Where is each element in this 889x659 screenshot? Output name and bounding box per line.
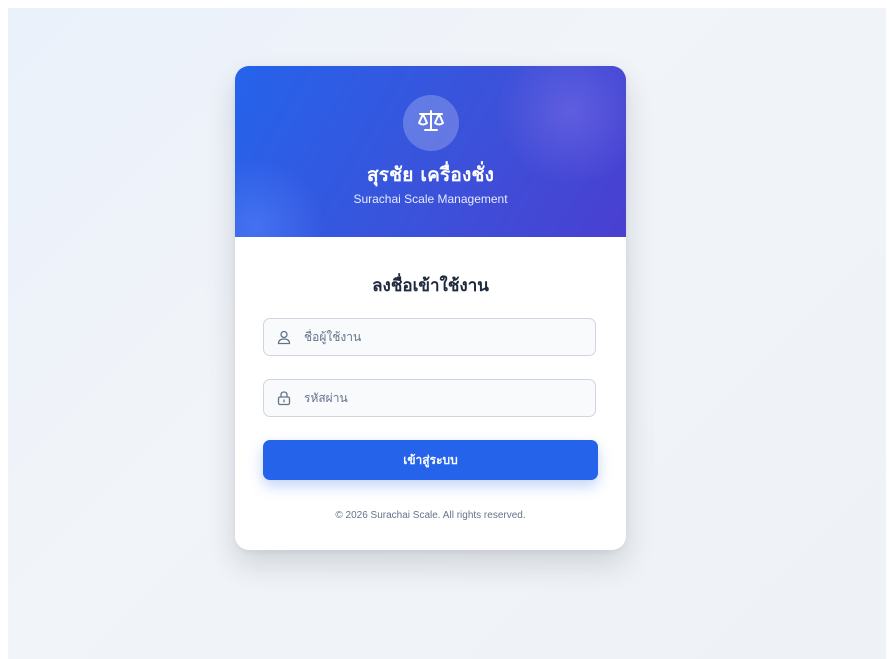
login-card: สุรชัย เครื่องชั่ง Surachai Scale Manage… <box>235 66 626 550</box>
logo-badge <box>403 95 459 151</box>
scale-icon <box>416 108 446 138</box>
username-input[interactable] <box>302 329 586 345</box>
brand-subtitle: Surachai Scale Management <box>353 192 508 206</box>
password-field[interactable] <box>263 379 596 417</box>
copyright-text: © 2026 Surachai Scale. All rights reserv… <box>335 510 526 521</box>
username-field[interactable] <box>263 318 596 356</box>
user-icon <box>266 329 302 345</box>
card-header: สุรชัย เครื่องชั่ง Surachai Scale Manage… <box>235 66 626 237</box>
lock-icon <box>266 390 302 406</box>
login-heading: ลงชื่อเข้าใช้งาน <box>372 276 489 296</box>
page-background: สุรชัย เครื่องชั่ง Surachai Scale Manage… <box>8 8 886 659</box>
password-input[interactable] <box>302 390 586 406</box>
brand-title: สุรชัย เครื่องชั่ง <box>366 164 495 186</box>
login-button[interactable]: เข้าสู่ระบบ <box>263 440 598 480</box>
